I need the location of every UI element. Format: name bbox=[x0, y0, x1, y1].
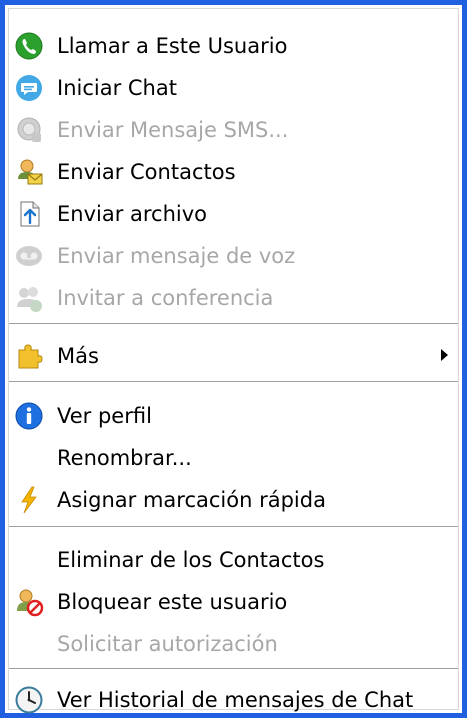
menu-item-label: Iniciar Chat bbox=[57, 76, 177, 100]
menu-separator bbox=[9, 323, 458, 327]
menu-separator bbox=[9, 668, 458, 672]
menu-item-label: Más bbox=[57, 344, 99, 368]
history-clock-icon bbox=[12, 684, 46, 716]
menu-item-label: Enviar Contactos bbox=[57, 160, 236, 184]
context-menu-panel: Llamar a Este Usuario Iniciar Chat Envia… bbox=[8, 8, 459, 714]
menu-item-invite-conference[interactable]: Invitar a conferencia bbox=[9, 277, 458, 319]
menu-item-more[interactable]: Más bbox=[9, 335, 458, 377]
menu-item-label: Ver Historial de mensajes de Chat bbox=[57, 688, 414, 712]
submenu-arrow-icon bbox=[441, 349, 448, 361]
menu-item-send-voice-message[interactable]: Enviar mensaje de voz bbox=[9, 235, 458, 277]
conference-icon bbox=[12, 282, 46, 314]
menu-item-label: Solicitar autorización bbox=[57, 632, 278, 656]
menu-item-view-profile[interactable]: Ver perfil bbox=[9, 395, 458, 437]
menu-item-label: Renombrar... bbox=[57, 446, 192, 470]
send-contacts-icon bbox=[12, 156, 46, 188]
lightning-icon bbox=[12, 484, 46, 516]
menu-item-speed-dial[interactable]: Asignar marcación rápida bbox=[9, 479, 458, 521]
menu-item-label: Asignar marcación rápida bbox=[57, 488, 326, 512]
puzzle-icon bbox=[12, 340, 46, 372]
menu-item-label: Bloquear este usuario bbox=[57, 590, 288, 614]
menu-item-request-authorization[interactable]: Solicitar autorización bbox=[9, 623, 458, 665]
voice-message-icon bbox=[12, 240, 46, 272]
menu-separator bbox=[9, 526, 458, 530]
menu-item-send-file[interactable]: Enviar archivo bbox=[9, 193, 458, 235]
menu-item-send-sms[interactable]: Enviar Mensaje SMS... bbox=[9, 109, 458, 151]
menu-item-label: Enviar archivo bbox=[57, 202, 208, 226]
sms-icon bbox=[12, 114, 46, 146]
menu-item-label: Invitar a conferencia bbox=[57, 286, 274, 310]
menu-item-label: Enviar mensaje de voz bbox=[57, 244, 296, 268]
menu-item-label: Ver perfil bbox=[57, 404, 152, 428]
phone-icon bbox=[12, 30, 46, 62]
menu-item-block-user[interactable]: Bloquear este usuario bbox=[9, 581, 458, 623]
menu-item-start-chat[interactable]: Iniciar Chat bbox=[9, 67, 458, 109]
chat-icon bbox=[12, 72, 46, 104]
menu-item-call-user[interactable]: Llamar a Este Usuario bbox=[9, 25, 458, 67]
context-menu: Llamar a Este Usuario Iniciar Chat Envia… bbox=[0, 0, 467, 718]
menu-item-remove-contact[interactable]: Eliminar de los Contactos bbox=[9, 539, 458, 581]
info-icon bbox=[12, 400, 46, 432]
menu-separator bbox=[9, 381, 458, 385]
menu-item-label: Enviar Mensaje SMS... bbox=[57, 118, 289, 142]
menu-item-label: Llamar a Este Usuario bbox=[57, 34, 288, 58]
menu-item-send-contacts[interactable]: Enviar Contactos bbox=[9, 151, 458, 193]
menu-item-rename[interactable]: Renombrar... bbox=[9, 437, 458, 479]
file-upload-icon bbox=[12, 198, 46, 230]
menu-item-view-chat-history[interactable]: Ver Historial de mensajes de Chat bbox=[9, 679, 458, 721]
block-user-icon bbox=[12, 586, 46, 618]
menu-item-label: Eliminar de los Contactos bbox=[57, 548, 325, 572]
